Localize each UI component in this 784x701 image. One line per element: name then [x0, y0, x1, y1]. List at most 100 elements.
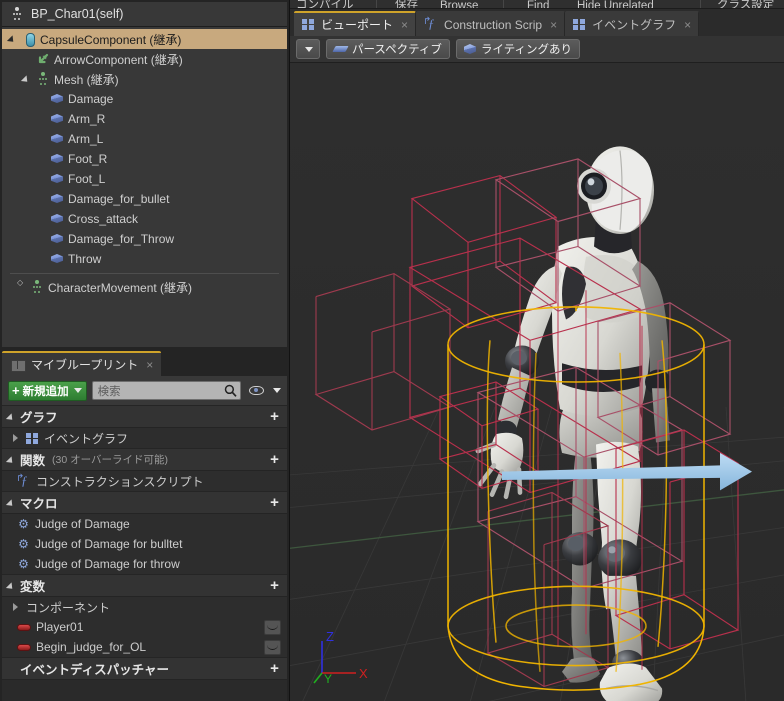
tab-construction-script[interactable]: Construction Scrip ×	[416, 11, 566, 36]
editor-window: BP_Char01(self) CapsuleComponent (継承) Arr…	[0, 0, 784, 701]
twisty-toggle-icon[interactable]	[8, 34, 18, 44]
list-item[interactable]: Begin_judge_for_OL	[2, 637, 287, 657]
list-item[interactable]: Judge of Damage for throw	[2, 554, 287, 574]
components-tree[interactable]: CapsuleComponent (継承) ArrowComponent (継承)…	[2, 27, 287, 347]
tree-row-damage[interactable]: Damage	[2, 89, 287, 109]
tree-row-damage_for_bullet[interactable]: Damage_for_bullet	[2, 189, 287, 209]
tab-my-blueprint[interactable]: マイブループリント ×	[2, 351, 162, 376]
list-item-label: Judge of Damage for throw	[35, 557, 180, 571]
cube-icon	[50, 132, 64, 146]
twisty-toggle-icon[interactable]	[7, 498, 17, 508]
section-header-0[interactable]: グラフ +	[2, 405, 287, 428]
twisty-toggle-icon[interactable]	[7, 664, 17, 674]
tree-item-label: Arm_R	[68, 112, 106, 126]
toolbar-item-save[interactable]: 保存	[395, 0, 418, 8]
section-add-button[interactable]: +	[266, 451, 283, 468]
section-add-button[interactable]: +	[266, 577, 283, 594]
add-new-button[interactable]: + 新規追加	[8, 380, 87, 401]
tree-row-damage_for_throw[interactable]: Damage_for_Throw	[2, 229, 287, 249]
twisty-toggle-icon[interactable]	[7, 412, 17, 422]
lighting-mode-button[interactable]: ライティングあり	[455, 39, 581, 59]
tree-row-capsulecomponent[interactable]: CapsuleComponent (継承)	[2, 29, 287, 49]
toolbar-item-compile[interactable]: コンパイル	[296, 0, 354, 8]
section-add-button[interactable]: +	[266, 408, 283, 425]
my-blueprint-toolbar: + 新規追加 検索	[2, 376, 287, 405]
twisty-toggle-icon[interactable]	[22, 74, 32, 84]
toolbar-item-class-settings[interactable]: クラス設定	[717, 0, 774, 8]
cube-icon	[50, 192, 64, 206]
function-icon	[423, 15, 438, 31]
view-mode-button[interactable]: パースペクティブ	[326, 39, 450, 59]
section-header-2[interactable]: マクロ +	[2, 491, 287, 514]
list-item[interactable]: Judge of Damage	[2, 514, 287, 534]
close-icon[interactable]: ×	[401, 18, 408, 32]
list-item[interactable]: Judge of Damage for bulltet	[2, 534, 287, 554]
my-blueprint-sections: グラフ + イベントグラフ関数 (30 オーバーライド可能) + コンストラクションスクリ…	[2, 405, 287, 680]
editor-tabstrip: ビューポート × Construction Scrip × イベントグラフ ×	[290, 9, 784, 36]
macro-icon	[17, 538, 30, 551]
components-self-row[interactable]: BP_Char01(self)	[2, 2, 287, 27]
section-header-4[interactable]: イベントディスパッチャー +	[2, 657, 287, 680]
viewport-3d[interactable]: Z X Y	[290, 63, 784, 701]
twisty-toggle-icon[interactable]	[12, 433, 21, 443]
tree-row-arm_l[interactable]: Arm_L	[2, 129, 287, 149]
tab-viewport[interactable]: ビューポート ×	[294, 11, 417, 36]
visibility-toggle-button[interactable]	[264, 639, 281, 655]
tab-label: ビューポート	[321, 18, 394, 32]
tab-label: イベントグラフ	[592, 18, 677, 32]
toolbar-item-hide-unrelated[interactable]: Hide Unrelated	[577, 0, 654, 8]
tree-row-charactermovement[interactable]: CharacterMovement (継承)	[2, 277, 287, 297]
left-panel-column: BP_Char01(self) CapsuleComponent (継承) Arr…	[0, 0, 290, 701]
toolbar-divider	[376, 0, 377, 8]
section-title: グラフ	[20, 411, 58, 425]
section-header-1[interactable]: 関数 (30 オーバーライド可能) +	[2, 448, 287, 471]
cube-icon	[50, 232, 64, 246]
list-item[interactable]: イベントグラフ	[2, 428, 287, 448]
tab-event-graph[interactable]: イベントグラフ ×	[565, 11, 700, 36]
twisty-toggle-icon[interactable]	[12, 602, 21, 612]
arrow-icon	[36, 52, 50, 66]
tab-label: Construction Scrip	[444, 17, 543, 32]
tree-row-arrowcomponent[interactable]: ArrowComponent (継承)	[2, 49, 287, 69]
search-placeholder: 検索	[97, 385, 121, 398]
toolbar-item-browse[interactable]: Browse	[440, 0, 478, 8]
tree-row-arm_r[interactable]: Arm_R	[2, 109, 287, 129]
section-title: イベントディスパッチャー	[20, 663, 170, 677]
tree-row-mesh[interactable]: Mesh (継承)	[2, 69, 287, 89]
tree-row-foot_r[interactable]: Foot_R	[2, 149, 287, 169]
search-input[interactable]: 検索	[91, 381, 241, 400]
section-add-button[interactable]: +	[266, 494, 283, 511]
tab-label: マイブループリント	[31, 358, 139, 372]
viewport-menu-button[interactable]	[296, 39, 320, 59]
section-title: 変数	[20, 580, 46, 594]
main-toolbar-clipped: コンパイル 保存 Browse Find Hide Unrelated クラス設…	[290, 0, 784, 9]
close-icon[interactable]: ×	[146, 358, 153, 372]
list-item[interactable]: コンポーネント	[2, 597, 287, 617]
chevron-down-icon[interactable]	[273, 388, 281, 393]
eye-icon	[248, 386, 264, 395]
close-icon[interactable]: ×	[550, 18, 557, 32]
axis-label-y: Y	[324, 672, 332, 686]
capsule-icon	[22, 32, 36, 47]
plus-icon: +	[12, 383, 20, 398]
tree-row-foot_l[interactable]: Foot_L	[2, 169, 287, 189]
section-title: マクロ	[20, 497, 58, 511]
tree-item-label: Mesh (継承)	[54, 72, 119, 87]
list-item[interactable]: Player01	[2, 617, 287, 637]
section-add-button[interactable]: +	[266, 660, 283, 677]
twisty-toggle-icon[interactable]	[7, 581, 17, 591]
twisty-toggle-icon[interactable]	[7, 455, 17, 465]
visibility-toggle-button[interactable]	[246, 382, 266, 400]
tree-row-throw[interactable]: Throw	[2, 249, 287, 269]
close-icon[interactable]: ×	[684, 18, 691, 32]
visibility-toggle-button[interactable]	[264, 619, 281, 635]
cube-icon	[50, 172, 64, 186]
toolbar-item-find[interactable]: Find	[527, 0, 549, 8]
tree-row-cross_attack[interactable]: Cross_attack	[2, 209, 287, 229]
list-item[interactable]: コンストラクションスクリプト	[2, 471, 287, 491]
section-header-3[interactable]: 変数 +	[2, 574, 287, 597]
